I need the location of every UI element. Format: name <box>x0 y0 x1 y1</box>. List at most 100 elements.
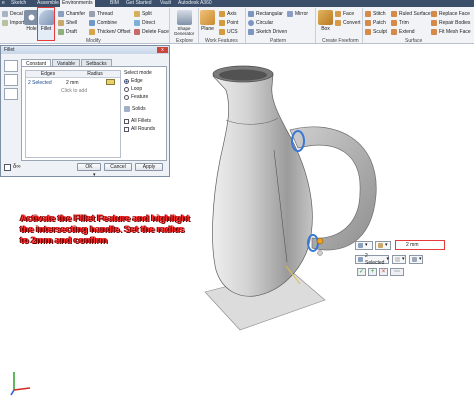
ok-button[interactable]: OK <box>77 163 101 171</box>
face-select-icon[interactable] <box>4 74 18 86</box>
ucs-button[interactable]: UCS <box>219 28 238 35</box>
radius-header: Radius <box>70 71 120 78</box>
delete-face-button[interactable]: Delete Face <box>134 28 169 35</box>
face-button[interactable]: Face <box>335 10 354 17</box>
radius-value[interactable]: 2 mm <box>66 80 79 86</box>
thread-button[interactable]: Thread <box>89 10 113 17</box>
patch-icon <box>365 19 371 26</box>
point-button[interactable]: Point <box>219 19 238 26</box>
vase-body[interactable] <box>212 66 313 297</box>
fillet-button[interactable]: Fillet <box>37 7 55 41</box>
separator <box>245 8 246 43</box>
sketch-driven-pattern-button[interactable]: Sketch Driven <box>248 28 287 35</box>
tab-assemble[interactable]: Assemble <box>35 0 61 7</box>
tab-sketch[interactable]: Sketch <box>9 0 28 7</box>
replace-face-button[interactable]: Replace Face <box>431 10 470 17</box>
constant-panel: Edges Radius 2 Selected 2 mm Click to ad… <box>21 66 167 161</box>
ruled-surface-button[interactable]: Ruled Surface <box>391 10 431 17</box>
full-round-icon[interactable] <box>4 88 18 100</box>
checkbox-all-rounds[interactable]: All Rounds <box>124 125 155 133</box>
cancel-button[interactable]: Cancel <box>104 163 132 171</box>
shape-generator-icon <box>176 10 192 25</box>
radio-feature[interactable]: Feature <box>124 93 155 101</box>
mini-selection-dropdown[interactable]: 2 Selected ▾ <box>355 253 389 266</box>
edge-icon <box>358 243 363 248</box>
combine-icon <box>89 19 95 26</box>
radio-dot <box>124 86 129 92</box>
mini-option-dropdown[interactable]: ▾ <box>375 241 391 250</box>
tab-e[interactable]: e <box>0 0 7 7</box>
tab-autodesk-a360[interactable]: Autodesk A360 <box>176 0 214 7</box>
fillet-drag-handle[interactable] <box>316 237 324 245</box>
mirror-button[interactable]: Mirror <box>287 10 308 17</box>
decal-button[interactable]: Decal <box>2 10 23 17</box>
apply-button[interactable]: Apply <box>135 163 163 171</box>
stitch-icon <box>365 10 371 17</box>
dialog-titlebar[interactable]: Fillet x <box>1 46 169 54</box>
box-button[interactable]: Box <box>318 10 333 32</box>
plane-button[interactable]: Plane <box>200 10 215 32</box>
solids-select[interactable]: Solids <box>124 105 155 113</box>
collapse-chevron-icon[interactable]: ▾ <box>93 172 96 178</box>
tab-get-started[interactable]: Get Started <box>124 0 154 7</box>
checkbox-all-fillets[interactable]: All Fillets <box>124 117 155 125</box>
vase-mouth-inner <box>219 69 267 81</box>
thicken-offset-button[interactable]: Thicken/ Offset <box>89 28 131 35</box>
tab-bim[interactable]: BIM <box>108 0 121 7</box>
circular-pattern-icon <box>248 19 254 26</box>
extend-icon <box>391 28 397 35</box>
shell-button[interactable]: Shell <box>58 19 77 26</box>
ribbon: e Sketch Assemble Environments BIM Get S… <box>0 0 474 44</box>
solids-icon <box>124 106 130 112</box>
box-icon <box>318 10 333 25</box>
convert-icon <box>335 19 341 26</box>
radio-edge[interactable]: Edge <box>124 77 155 85</box>
radius-measure-icon[interactable] <box>106 79 115 85</box>
split-button[interactable]: Split <box>134 10 152 17</box>
tab-vault[interactable]: Vault <box>158 0 173 7</box>
check-icon[interactable]: ✓ <box>357 268 366 276</box>
split-icon <box>134 10 140 17</box>
sketch-driven-icon <box>248 28 254 35</box>
dialog-title: Fillet <box>4 47 15 53</box>
import-button[interactable]: Import <box>2 19 24 26</box>
rectangular-pattern-button[interactable]: Rectangular <box>248 10 283 17</box>
circular-pattern-button[interactable]: Circular <box>248 19 273 26</box>
chamfer-button[interactable]: Chamfer <box>58 10 85 17</box>
plane-icon <box>200 10 215 25</box>
replace-face-icon <box>431 10 437 17</box>
preview-checkbox[interactable] <box>4 164 11 171</box>
shape-generator-button[interactable]: Shape Generator <box>172 10 196 36</box>
mini-select-mode-dropdown[interactable]: ▾ <box>392 255 406 264</box>
edges-selected[interactable]: 2 Selected <box>28 80 52 86</box>
delete-face-icon <box>134 28 140 35</box>
tab-environments[interactable]: Environments <box>60 0 95 7</box>
close-button[interactable]: x <box>157 47 168 53</box>
combine-button[interactable]: Combine <box>89 19 117 26</box>
plus-icon[interactable]: + <box>368 268 377 276</box>
trim-button[interactable]: Trim <box>391 19 409 26</box>
stitch-button[interactable]: Stitch <box>365 10 386 17</box>
edge-select-icon[interactable] <box>4 60 18 72</box>
radio-loop[interactable]: Loop <box>124 85 155 93</box>
mini-mode-dropdown[interactable]: ▾ <box>355 241 373 250</box>
fit-mesh-face-button[interactable]: Fit Mesh Face <box>431 28 471 35</box>
mini-radius-input[interactable]: 2 mm <box>395 240 445 250</box>
click-to-add[interactable]: Click to add <box>61 88 87 94</box>
axis-button[interactable]: Axis <box>219 10 236 17</box>
direct-button[interactable]: Direct <box>134 19 155 26</box>
chevron-down-icon: ▾ <box>385 242 388 248</box>
fit-mesh-face-icon <box>431 28 437 35</box>
mini-solids-dropdown[interactable]: ▾ <box>409 255 423 264</box>
cancel-icon[interactable]: × <box>379 268 388 276</box>
repair-bodies-button[interactable]: Repair Bodies <box>431 19 470 26</box>
link-icon[interactable]: δ∞ <box>13 164 21 171</box>
convert-button[interactable]: Convert <box>335 19 361 26</box>
sculpt-button[interactable]: Sculpt <box>365 28 387 35</box>
patch-button[interactable]: Patch <box>365 19 386 26</box>
extend-button[interactable]: Extend <box>391 28 415 35</box>
option-icon <box>378 243 383 248</box>
draft-button[interactable]: Draft <box>58 28 77 35</box>
chevron-down-icon: ▾ <box>402 256 405 262</box>
more-icon[interactable]: ⋯ <box>390 268 404 276</box>
